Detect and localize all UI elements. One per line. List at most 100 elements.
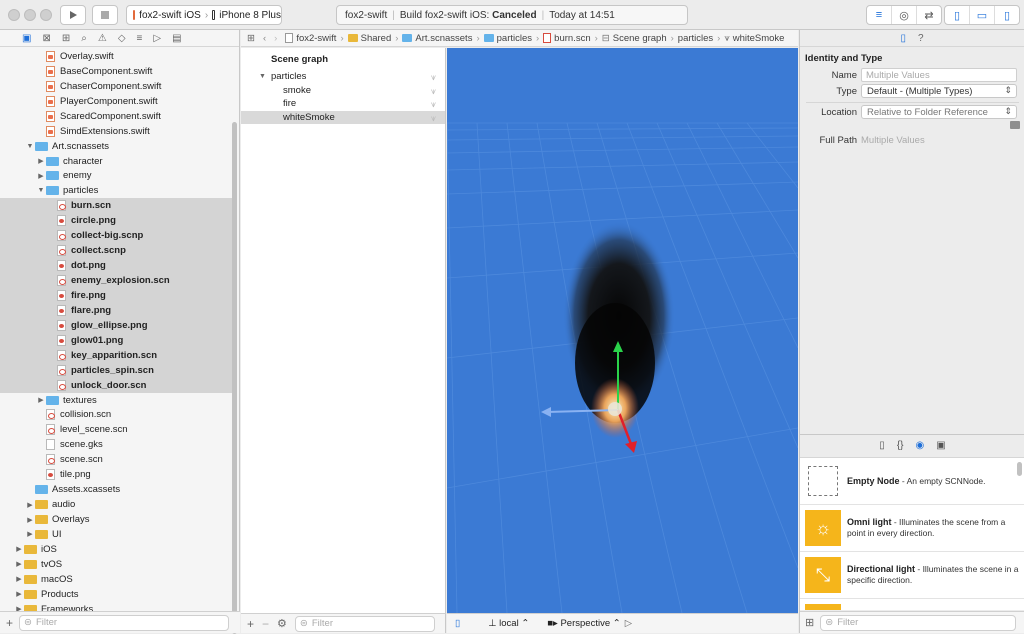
source-control-icon[interactable]: ⊠ xyxy=(42,33,50,44)
add-file-icon[interactable]: + xyxy=(6,616,13,630)
debug-navigator-icon[interactable]: ≡ xyxy=(137,33,143,44)
gear-icon[interactable]: ⚙ xyxy=(277,617,287,630)
issue-navigator-icon[interactable]: ⚠ xyxy=(98,33,107,44)
library-item-partial[interactable] xyxy=(800,599,1024,610)
library-scrollbar[interactable] xyxy=(1017,462,1022,476)
navigator-row[interactable]: glow_ellipse.png xyxy=(0,318,232,333)
minimize-window-button[interactable] xyxy=(24,9,36,21)
breadcrumb-item[interactable]: particles xyxy=(678,33,713,44)
project-navigator-icon[interactable]: ▣ xyxy=(22,33,31,44)
version-editor-icon[interactable]: ⇄ xyxy=(917,6,941,24)
navigator-row[interactable]: level_scene.scn xyxy=(0,422,232,437)
test-navigator-icon[interactable]: ◇ xyxy=(118,33,126,44)
name-input[interactable]: Multiple Values xyxy=(861,68,1017,82)
object-library-icon[interactable]: ◉ xyxy=(916,440,925,451)
location-popup[interactable]: Relative to Folder Reference⇕ xyxy=(861,105,1017,119)
remove-node-icon[interactable]: − xyxy=(262,617,269,631)
navigator-row[interactable]: BaseComponent.swift xyxy=(0,64,232,79)
navigator-row[interactable]: tile.png xyxy=(0,467,232,482)
outline-toggle-icon[interactable]: ▯ xyxy=(455,618,460,629)
disclosure-closed-icon[interactable]: ▶ xyxy=(25,530,35,538)
disclosure-closed-icon[interactable]: ▶ xyxy=(14,590,24,598)
navigator-row[interactable]: ▶iOS xyxy=(0,542,232,557)
disclosure-closed-icon[interactable]: ▶ xyxy=(14,575,24,583)
library-item-directional-light[interactable]: ⤡ Directional light - Illuminates the sc… xyxy=(800,552,1024,599)
navigator-row[interactable]: burn.scn xyxy=(0,198,232,213)
disclosure-closed-icon[interactable]: ▶ xyxy=(14,545,24,553)
navigator-row[interactable]: unlock_door.scn xyxy=(0,378,232,393)
disclosure-open-icon[interactable]: ▼ xyxy=(36,187,46,194)
disclosure-closed-icon[interactable]: ▶ xyxy=(25,516,35,524)
stop-button[interactable] xyxy=(92,5,118,25)
scene-node-row[interactable]: ▼ particles ⩛ xyxy=(241,70,445,84)
find-navigator-icon[interactable]: ⌕ xyxy=(81,33,87,44)
standard-editor-icon[interactable]: ≡ xyxy=(867,6,892,24)
navigator-row[interactable]: ChaserComponent.swift xyxy=(0,79,232,94)
navigator-row[interactable]: SimdExtensions.swift xyxy=(0,124,232,139)
grid-view-icon[interactable]: ⊞ xyxy=(805,616,814,629)
breadcrumb-item[interactable]: Art.scnassets xyxy=(415,33,472,44)
camera-popup[interactable]: ■▸ Perspective ⌃ xyxy=(547,618,620,629)
file-template-icon[interactable]: ▯ xyxy=(879,440,885,451)
scene-graph-filter-input[interactable]: ⊜ Filter xyxy=(295,616,435,632)
navigator-row[interactable]: enemy_explosion.scn xyxy=(0,273,232,288)
breadcrumb-item[interactable]: Scene graph xyxy=(613,33,667,44)
disclosure-closed-icon[interactable]: ▶ xyxy=(36,396,46,404)
navigator-row[interactable]: Assets.xcassets xyxy=(0,482,232,497)
forward-icon[interactable]: › xyxy=(274,33,277,44)
navigator-row[interactable]: particles_spin.scn xyxy=(0,363,232,378)
navigator-row[interactable]: ▼particles xyxy=(0,183,232,198)
scheme-selector[interactable]: fox2-swift iOS › iPhone 8 Plus xyxy=(126,5,282,25)
back-icon[interactable]: ‹ xyxy=(263,33,266,44)
zoom-window-button[interactable] xyxy=(40,9,52,21)
folder-reveal-icon[interactable] xyxy=(1010,121,1020,129)
navigator-row[interactable]: Overlay.swift xyxy=(0,49,232,64)
navigator-row[interactable]: circle.png xyxy=(0,213,232,228)
toggle-navigator-icon[interactable]: ▯ xyxy=(945,6,970,24)
navigator-row[interactable]: PlayerComponent.swift xyxy=(0,94,232,109)
navigator-row[interactable]: ▶macOS xyxy=(0,572,232,587)
library-item-omni-light[interactable]: ☼ Omni light - Illuminates the scene fro… xyxy=(800,505,1024,552)
type-popup[interactable]: Default - (Multiple Types)⇕ xyxy=(861,84,1017,98)
navigator-scrollbar[interactable] xyxy=(232,122,237,634)
navigator-row[interactable]: ▼Art.scnassets xyxy=(0,139,232,154)
disclosure-closed-icon[interactable]: ▶ xyxy=(36,157,46,165)
breadcrumb-item[interactable]: burn.scn xyxy=(554,33,590,44)
navigator-row[interactable]: scene.gks xyxy=(0,437,232,452)
navigator-row[interactable]: ▶tvOS xyxy=(0,557,232,572)
related-items-icon[interactable]: ⊞ xyxy=(247,33,255,44)
run-button[interactable] xyxy=(60,5,86,25)
symbol-navigator-icon[interactable]: ⊞ xyxy=(62,33,70,44)
navigator-row[interactable]: collision.scn xyxy=(0,408,232,423)
scene-node-row-selected[interactable]: whiteSmoke ⩛ xyxy=(241,111,445,125)
navigator-row[interactable]: ▶enemy xyxy=(0,169,232,184)
navigator-row[interactable]: dot.png xyxy=(0,258,232,273)
disclosure-closed-icon[interactable]: ▶ xyxy=(25,501,35,509)
breadcrumb-item[interactable]: fox2-swift xyxy=(296,33,336,44)
breadcrumb-item[interactable]: Shared xyxy=(361,33,392,44)
play-scene-icon[interactable]: ▷ xyxy=(625,618,632,629)
scene-node-row[interactable]: fire ⩛ xyxy=(241,97,445,111)
breadcrumb-item[interactable]: whiteSmoke xyxy=(733,33,785,44)
navigator-row[interactable]: ▶audio xyxy=(0,497,232,512)
navigator-filter-input[interactable]: ⊜ Filter xyxy=(19,615,229,631)
assistant-editor-icon[interactable]: ◎ xyxy=(892,6,917,24)
media-library-icon[interactable]: ▣ xyxy=(936,440,945,451)
coordinate-space-popup[interactable]: ⊥ local ⌃ xyxy=(488,618,529,629)
scene-node-row[interactable]: smoke ⩛ xyxy=(241,84,445,98)
navigator-row[interactable]: flare.png xyxy=(0,303,232,318)
navigator-row[interactable]: ▶textures xyxy=(0,393,232,408)
code-snippet-icon[interactable]: {} xyxy=(897,440,904,451)
breakpoint-navigator-icon[interactable]: ▷ xyxy=(153,33,161,44)
disclosure-closed-icon[interactable]: ▶ xyxy=(36,172,46,180)
disclosure-closed-icon[interactable]: ▶ xyxy=(14,560,24,568)
library-filter-input[interactable]: ⊜ Filter xyxy=(820,615,1016,631)
navigator-row[interactable]: scene.scn xyxy=(0,452,232,467)
scene-viewport[interactable] xyxy=(447,48,798,613)
breadcrumb-item[interactable]: particles xyxy=(497,33,532,44)
report-navigator-icon[interactable]: ▤ xyxy=(172,33,181,44)
navigator-row[interactable]: glow01.png xyxy=(0,333,232,348)
library-item-empty-node[interactable]: Empty Node - An empty SCNNode. xyxy=(800,458,1024,505)
navigator-row[interactable]: ▶UI xyxy=(0,527,232,542)
navigator-row[interactable]: key_apparition.scn xyxy=(0,348,232,363)
